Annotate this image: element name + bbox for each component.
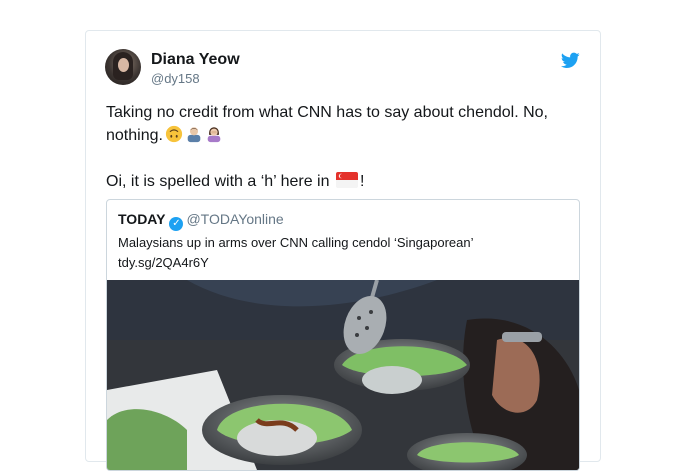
tweet-line-1: Taking no credit from what CNN has to sa… <box>106 104 548 144</box>
embedded-tweet-card: Diana Yeow @dy158 Taking no credit from … <box>85 30 601 471</box>
quoted-headline: Malaysians up in arms over CNN calling c… <box>118 235 474 250</box>
woman-facepalming-emoji <box>207 127 221 143</box>
quoted-tweet[interactable]: TODAY ✓ @TODAYonline Malaysians up in arms… <box>106 199 580 471</box>
twitter-bird-icon[interactable] <box>561 52 580 69</box>
chendol-photo[interactable] <box>107 280 579 470</box>
author-handle[interactable]: @dy158 <box>151 71 200 86</box>
tweet-body: Taking no credit from what CNN has to sa… <box>106 101 576 193</box>
quoted-author-handle[interactable]: @TODAYonline <box>186 211 283 227</box>
author-avatar[interactable] <box>105 49 141 85</box>
quoted-tweet-header: TODAY ✓ @TODAYonline <box>118 211 284 231</box>
man-shrugging-emoji <box>187 127 201 143</box>
verified-badge-icon: ✓ <box>169 217 184 231</box>
tweet-line-2: Oi, it is spelled with a ‘h’ here in ! <box>106 172 365 190</box>
author-name[interactable]: Diana Yeow <box>151 51 240 69</box>
singapore-flag-emoji <box>335 172 358 188</box>
quoted-author-name[interactable]: TODAY <box>118 211 165 227</box>
quoted-link[interactable]: tdy.sg/2QA4r6Y <box>118 253 568 273</box>
upside-down-face-emoji <box>165 125 183 143</box>
quoted-tweet-text: Malaysians up in arms over CNN calling c… <box>118 233 568 273</box>
